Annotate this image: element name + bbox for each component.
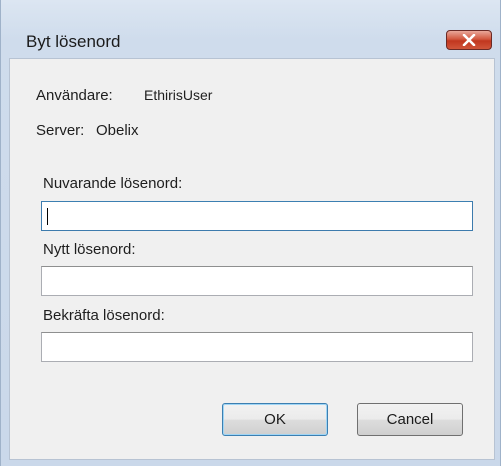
- new-password-label: Nytt lösenord:: [43, 241, 136, 258]
- user-label: Användare:: [36, 87, 113, 104]
- confirm-password-field[interactable]: [41, 332, 473, 362]
- ok-button[interactable]: OK: [222, 403, 328, 436]
- close-x-icon: [462, 34, 476, 46]
- close-button[interactable]: [446, 30, 492, 50]
- current-password-label: Nuvarande lösenord:: [43, 175, 183, 192]
- user-value: EthirisUser: [144, 87, 213, 103]
- new-password-input[interactable]: [42, 267, 472, 295]
- dialog-content: Användare: EthirisUser Server: Obelix Nu…: [9, 58, 495, 460]
- current-password-field[interactable]: [41, 201, 473, 231]
- window-title: Byt lösenord: [26, 32, 121, 51]
- text-caret: [47, 208, 48, 225]
- server-label: Server:: [36, 122, 85, 139]
- cancel-button[interactable]: Cancel: [357, 403, 463, 436]
- confirm-password-label: Bekräfta lösenord:: [43, 307, 165, 324]
- new-password-field[interactable]: [41, 266, 473, 296]
- confirm-password-input[interactable]: [42, 333, 472, 361]
- current-password-input[interactable]: [42, 202, 472, 230]
- server-value: Obelix: [96, 122, 139, 139]
- dialog-window: Byt lösenord Användare: EthirisUser Serv…: [0, 0, 501, 466]
- title-bar[interactable]: Byt lösenord: [1, 0, 500, 51]
